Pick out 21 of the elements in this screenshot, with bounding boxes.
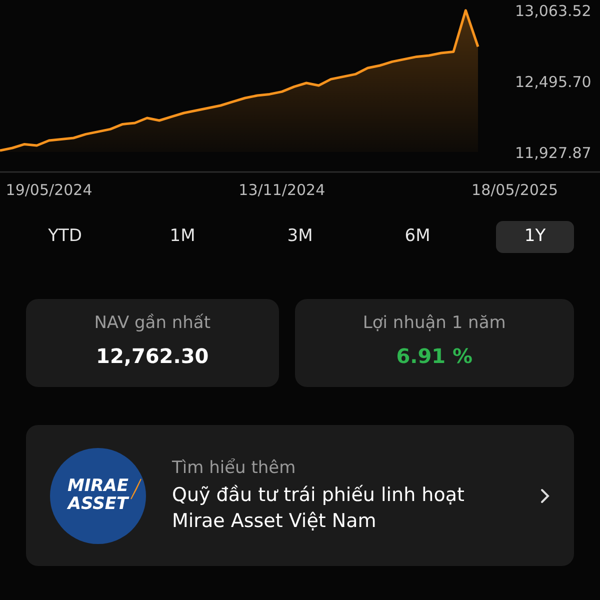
x-axis-label: 19/05/2024: [6, 181, 92, 199]
y-axis-label: 12,495.70: [515, 73, 592, 91]
stat-label: NAV gần nhất: [94, 312, 211, 335]
stat-value: 12,762.30: [96, 342, 209, 370]
y-axis-label: 13,063.52: [515, 2, 592, 20]
period-tab[interactable]: 3M: [261, 221, 339, 253]
stat-label: Lợi nhuận 1 năm: [362, 312, 506, 335]
x-axis-label: 13/11/2024: [238, 181, 326, 199]
period-tab[interactable]: YTD: [26, 221, 104, 253]
eyebrow-text: Tìm hiểu thêm: [172, 457, 297, 480]
period-tab[interactable]: 1M: [144, 221, 222, 253]
fund-name: Quỹ đầu tư trái phiếu linh hoạt Mirae Asset Việt Nam: [172, 482, 466, 534]
x-axis-label: 18/05/2025: [472, 181, 558, 199]
stat-value: 6.91 %: [396, 342, 473, 370]
fund-card[interactable]: MIRAE ASSET Tìm hiểu thêm Quỹ đầu tư trái phiếu linh hoạt Mirae Asset Việt Nam: [26, 425, 574, 566]
chevron-right-icon: [540, 488, 550, 504]
logo-text: MIRAE ASSET: [66, 478, 130, 514]
period-tab[interactable]: 1Y: [496, 221, 574, 253]
period-tab[interactable]: 6M: [378, 221, 456, 253]
swoosh-icon: [130, 478, 142, 500]
y-axis-label: 11,927.87: [515, 144, 592, 162]
